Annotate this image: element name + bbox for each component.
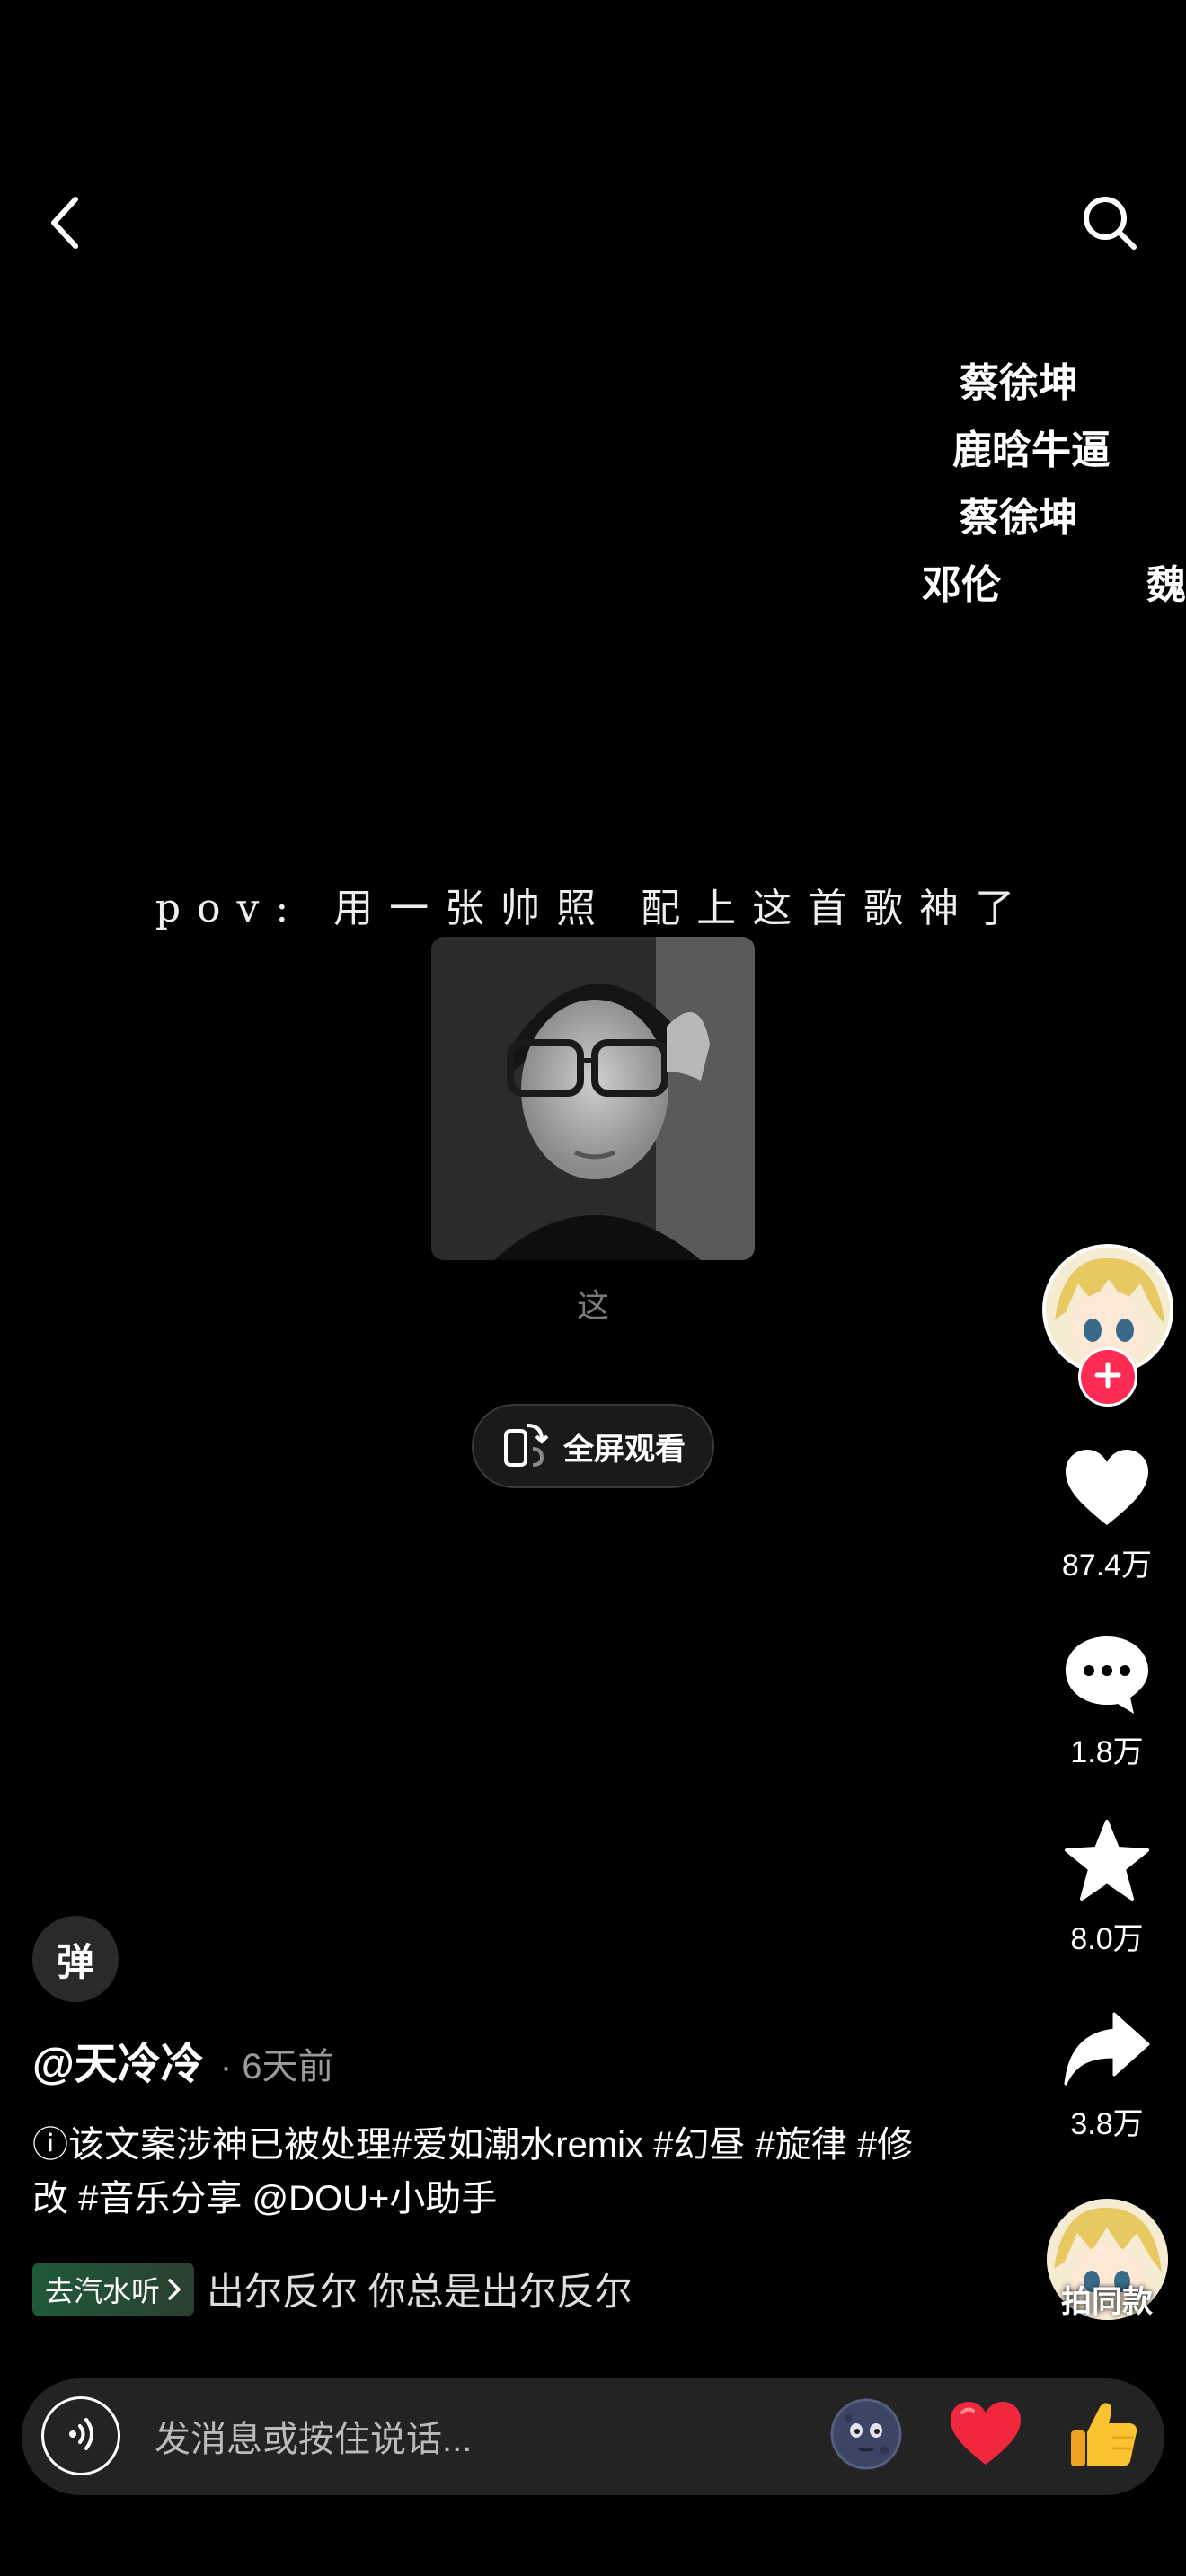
chevron-right-icon bbox=[167, 2278, 181, 2301]
like-count: 87.4万 bbox=[1061, 1548, 1153, 1583]
author-row: @天冷冷 · 6天前 bbox=[32, 2028, 334, 2091]
favorite-button[interactable]: 8.0万 bbox=[1033, 1818, 1181, 1958]
voice-button[interactable] bbox=[41, 2396, 120, 2475]
qishui-listen-badge[interactable]: 去汽水听 bbox=[32, 2262, 195, 2316]
share-arrow-icon bbox=[1062, 2010, 1152, 2092]
like-button[interactable]: 87.4万 bbox=[1033, 1448, 1181, 1584]
fullscreen-label: 全屏观看 bbox=[563, 1432, 686, 1467]
share-count: 3.8万 bbox=[1070, 2107, 1144, 2141]
plus-icon bbox=[1093, 1360, 1123, 1395]
comment-icon bbox=[1062, 1633, 1152, 1720]
comment-count: 1.8万 bbox=[1070, 1735, 1144, 1769]
music-title: 出尔反尔 你总是出尔反尔 bbox=[207, 2271, 633, 2313]
rotate-screen-icon bbox=[500, 1420, 549, 1473]
video-caption: pov: 用一张帅照 配上这首歌神了 bbox=[155, 886, 1031, 931]
back-button[interactable] bbox=[32, 189, 97, 260]
thumbs-up-icon bbox=[1066, 2396, 1141, 2476]
song-cover-photo bbox=[431, 937, 755, 1260]
moon-emoji-button[interactable] bbox=[828, 2398, 904, 2474]
comment-button[interactable]: 1.8万 bbox=[1033, 1633, 1181, 1771]
favorite-count: 8.0万 bbox=[1070, 1922, 1144, 1956]
danmaku-comment: 魏 bbox=[1146, 563, 1186, 607]
voice-wave-icon bbox=[58, 2412, 103, 2461]
qishui-badge-label: 去汽水听 bbox=[45, 2274, 161, 2307]
share-button[interactable]: 3.8万 bbox=[1033, 2010, 1181, 2143]
fullscreen-button[interactable]: 全屏观看 bbox=[472, 1404, 714, 1488]
video-description[interactable]: ⓘ该文案涉神已被处理#爱如潮水remix #幻昼 #旋律 #修改 #音乐分享 @… bbox=[32, 2118, 931, 2226]
chevron-left-icon bbox=[47, 194, 83, 256]
message-input[interactable] bbox=[153, 2407, 785, 2472]
post-time: · 6天前 bbox=[219, 2047, 334, 2086]
moon-face-icon bbox=[830, 2398, 902, 2475]
search-icon bbox=[1080, 193, 1139, 257]
thumbs-up-emoji-button[interactable] bbox=[1066, 2398, 1141, 2474]
heart-icon bbox=[1062, 1448, 1152, 1533]
heart-emoji-button[interactable] bbox=[948, 2398, 1023, 2474]
danmaku-comment: 蔡徐坤 bbox=[960, 496, 1078, 540]
music-row[interactable]: 去汽水听 出尔反尔 你总是出尔反尔 bbox=[32, 2262, 633, 2316]
danmaku-comment: 鹿晗牛逼 bbox=[952, 428, 1111, 472]
same-style-label[interactable]: 拍同款 bbox=[1033, 2277, 1181, 2321]
author-name[interactable]: @天冷冷 bbox=[32, 2028, 204, 2091]
lyric-text: 这 bbox=[576, 1288, 609, 1325]
follow-button[interactable] bbox=[1078, 1347, 1137, 1407]
danmaku-toggle-label: 弹 bbox=[56, 1940, 94, 1983]
danmaku-toggle-button[interactable]: 弹 bbox=[32, 1916, 119, 2002]
star-icon bbox=[1062, 1818, 1152, 1907]
danmaku-comment: 邓伦 bbox=[922, 563, 1001, 607]
red-heart-icon bbox=[948, 2400, 1023, 2473]
danmaku-comment: 蔡徐坤 bbox=[960, 361, 1078, 405]
search-button[interactable] bbox=[1069, 184, 1150, 265]
